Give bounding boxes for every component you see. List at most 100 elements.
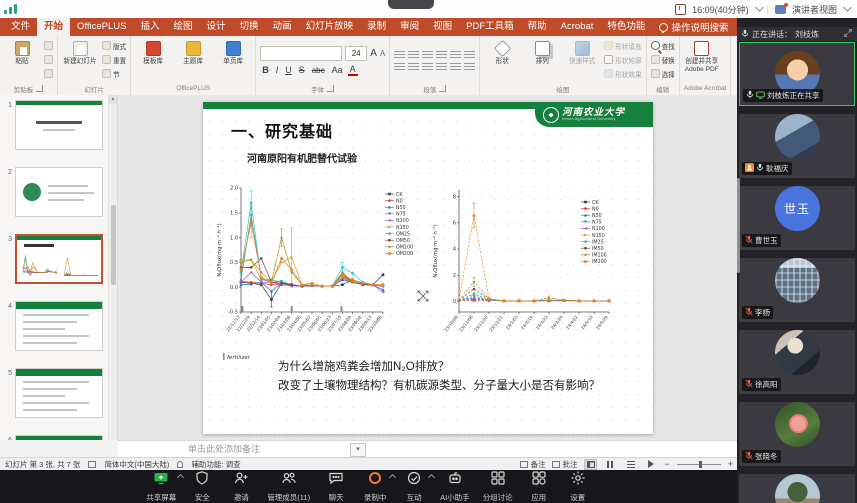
ribbon-button-主题库[interactable]: 主题库 xyxy=(175,39,211,66)
n2o-flux-chart-2023-2024[interactable]: 0246823/10/0823/11/0623/11/2023/12/2124/… xyxy=(431,178,649,370)
normal-view-button[interactable] xyxy=(584,459,597,470)
ribbon-tab-审阅[interactable]: 审阅 xyxy=(393,18,426,36)
panel-scrollbar[interactable] xyxy=(737,178,740,273)
toolbar-ai-button[interactable]: AI小助手 xyxy=(440,470,470,503)
slide-thumbnail-4[interactable]: 4 xyxy=(0,301,117,351)
ribbon-button-形状效果[interactable]: 形状效果 xyxy=(604,67,641,80)
meeting-duration[interactable]: 16:09(40分钟) xyxy=(692,3,749,16)
ribbon-button-查找[interactable]: 查找 xyxy=(651,39,675,52)
ribbon-button-重置[interactable]: 重置 xyxy=(102,53,126,66)
ribbon-tab-文件[interactable]: 文件 xyxy=(4,18,37,36)
toolbar-record-button[interactable]: 录制中 xyxy=(362,470,388,503)
ribbon-tab-插入[interactable]: 插入 xyxy=(134,18,167,36)
tell-me-search[interactable]: 操作说明搜索 xyxy=(652,18,735,36)
align-center-icon[interactable] xyxy=(408,63,419,72)
participant-tile-林长青[interactable]: 林长青 xyxy=(739,474,855,503)
bullets-icon[interactable] xyxy=(394,51,405,60)
dialog-launcher-icon[interactable] xyxy=(36,85,43,92)
ribbon-button-新建幻灯片[interactable]: 新建幻灯片 xyxy=(62,39,98,66)
columns-icon[interactable] xyxy=(450,63,461,72)
scroll-up-icon[interactable]: ▲ xyxy=(109,95,117,104)
ribbon-tab-视图[interactable]: 视图 xyxy=(426,18,459,36)
toolbar-screen-share-button[interactable]: 共享屏幕 xyxy=(146,470,176,503)
toolbar-invite-button[interactable]: 邀请 xyxy=(228,470,254,503)
slide-thumbnail-6[interactable]: 6 xyxy=(0,435,117,440)
accessibility-status[interactable]: 辅助功能: 调查 xyxy=(191,459,240,470)
line-spacing-icon[interactable] xyxy=(450,51,461,60)
ribbon-tab-切换[interactable]: 切换 xyxy=(233,18,266,36)
notes-button[interactable]: 备注 xyxy=(520,459,545,470)
toolbar-members-button[interactable]: 管理成员(11) xyxy=(267,470,310,503)
comments-button[interactable]: 批注 xyxy=(552,459,577,470)
shrink-font-icon[interactable]: A xyxy=(380,49,385,58)
ribbon-tab-设计[interactable]: 设计 xyxy=(200,18,233,36)
indent-increase-icon[interactable] xyxy=(436,51,447,60)
ribbon-tab-开始[interactable]: 开始 xyxy=(37,18,70,36)
ribbon-button-创建并共享 Adobe PDF[interactable]: 创建并共享 Adobe PDF xyxy=(684,39,720,73)
ribbon-button-cut[interactable] xyxy=(44,39,53,52)
font-style-Aa-button[interactable]: Aa xyxy=(330,65,345,75)
toolbar-breakout-button[interactable]: 分组讨论 xyxy=(483,470,513,503)
view-mode-button[interactable]: 演讲者视图 xyxy=(792,3,837,16)
font-name-box[interactable] xyxy=(260,46,342,61)
zoom-out-button[interactable] xyxy=(664,459,669,469)
slide-thumbnail-3[interactable]: 3 xyxy=(0,234,117,284)
dialog-launcher-icon[interactable] xyxy=(327,85,334,92)
align-left-icon[interactable] xyxy=(394,63,405,72)
ribbon-tab-PDF工具箱[interactable]: PDF工具箱 xyxy=(459,18,521,36)
slideshow-view-button[interactable] xyxy=(644,459,657,470)
n2o-flux-chart-2022-2023[interactable]: -0.50.00.51.01.52.022/11/1322/11/2922/12… xyxy=(215,178,427,364)
ribbon-tab-特色功能[interactable]: 特色功能 xyxy=(600,18,652,36)
line-options-icon[interactable] xyxy=(464,63,475,72)
font-style-I-button[interactable]: I xyxy=(274,65,281,75)
participant-tile-徐高阳[interactable]: 徐高阳 xyxy=(739,330,855,394)
reading-view-button[interactable] xyxy=(624,459,637,470)
numbering-icon[interactable] xyxy=(408,51,419,60)
text-direction-icon[interactable] xyxy=(464,51,475,60)
zoom-slider[interactable] xyxy=(677,464,721,465)
font-style-U-button[interactable]: U xyxy=(283,65,294,75)
language-status[interactable]: 简体中文(中国大陆) xyxy=(104,459,169,470)
align-right-icon[interactable] xyxy=(422,63,433,72)
ribbon-tab-录制[interactable]: 录制 xyxy=(360,18,393,36)
grow-font-icon[interactable]: A xyxy=(370,48,377,59)
font-style-abc-button[interactable]: abc xyxy=(310,66,327,75)
ribbon-button-粘贴[interactable]: 粘贴 xyxy=(4,39,40,66)
slide-thumbnail-5[interactable]: 5 xyxy=(0,368,117,418)
toolbar-interact-button[interactable]: 互动 xyxy=(401,470,427,503)
ribbon-button-形状填充[interactable]: 形状填充 xyxy=(604,39,641,52)
meeting-topbar-pill[interactable] xyxy=(388,0,434,9)
ribbon-button-替换[interactable]: 替换 xyxy=(651,53,675,66)
ribbon-tab-Acrobat[interactable]: Acrobat xyxy=(554,18,601,36)
notes-collapse-button[interactable] xyxy=(350,443,366,457)
ribbon-tab-绘图[interactable]: 绘图 xyxy=(167,18,200,36)
thumbnail-scrollbar[interactable]: ▲ xyxy=(108,95,117,440)
ribbon-button-形状[interactable]: 形状 xyxy=(484,39,520,66)
toolbar-chat-button[interactable]: 聊天 xyxy=(323,470,349,503)
toolbar-shield-button[interactable]: 安全 xyxy=(189,470,215,503)
slide-thumbnail-2[interactable]: 2 xyxy=(0,167,117,217)
justify-icon[interactable] xyxy=(436,63,447,72)
participant-tile-李杨[interactable]: 李杨 xyxy=(739,258,855,322)
ribbon-tab-动画[interactable]: 动画 xyxy=(266,18,299,36)
toolbar-apps-button[interactable]: 应用 xyxy=(526,470,552,503)
slide-thumbnail-1[interactable]: 1 xyxy=(0,100,117,150)
dialog-launcher-icon[interactable] xyxy=(439,85,446,92)
indent-decrease-icon[interactable] xyxy=(422,51,433,60)
ribbon-button-形状轮廓[interactable]: 形状轮廓 xyxy=(604,53,641,66)
ribbon-button-节[interactable]: 节 xyxy=(102,67,126,80)
participant-tile-张晓冬[interactable]: 张晓冬 xyxy=(739,402,855,466)
expand-panel-icon[interactable] xyxy=(843,28,853,40)
ribbon-button-排列[interactable]: 排列 xyxy=(524,39,560,66)
ribbon-button-选择[interactable]: 选择 xyxy=(651,67,675,80)
participant-tile-耿福庆[interactable]: 耿福庆 xyxy=(739,114,855,178)
font-size-box[interactable]: 24 xyxy=(345,46,367,61)
participant-tile-曹世玉[interactable]: 世玉曹世玉 xyxy=(739,186,855,250)
font-style-B-button[interactable]: B xyxy=(260,65,271,75)
ribbon-button-单页库[interactable]: 单页库 xyxy=(215,39,251,66)
zoom-in-button[interactable] xyxy=(728,459,733,469)
font-style-S-button[interactable]: S xyxy=(297,65,307,75)
toolbar-settings-button[interactable]: 设置 xyxy=(565,470,591,503)
ribbon-button-快速样式[interactable]: 快速样式 xyxy=(564,39,600,66)
ribbon-button-copy[interactable] xyxy=(44,53,53,66)
